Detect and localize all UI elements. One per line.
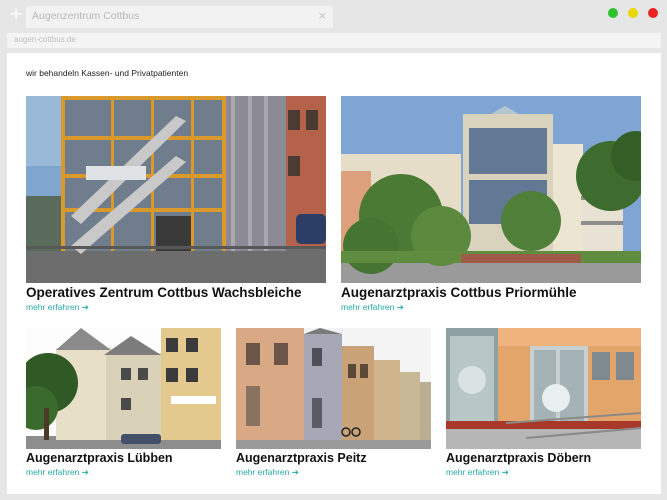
tab-title: Augenzentrum Cottbus xyxy=(32,10,140,22)
browser-tab-bar: + Augenzentrum Cottbus × xyxy=(0,0,667,30)
window-minimize-button[interactable] xyxy=(628,8,638,18)
window-maximize-button[interactable] xyxy=(608,8,618,18)
more-info-link[interactable]: mehr erfahren ➔ xyxy=(446,467,509,478)
more-info-link[interactable]: mehr erfahren ➔ xyxy=(26,302,89,313)
location-photo-peitz[interactable] xyxy=(236,328,431,449)
page-content: wir behandeln Kassen- und Privatpatiente… xyxy=(7,53,661,494)
location-photo-priormuehle[interactable] xyxy=(341,96,641,283)
location-title[interactable]: Operatives Zentrum Cottbus Wachsbleiche xyxy=(26,285,302,300)
location-title[interactable]: Augenarztpraxis Cottbus Priormühle xyxy=(341,285,577,300)
location-photo-luebben[interactable] xyxy=(26,328,221,449)
tab-close-icon[interactable]: × xyxy=(318,9,327,22)
address-bar-url: augen-cottbus.de xyxy=(14,35,76,44)
page-tagline: wir behandeln Kassen- und Privatpatiente… xyxy=(26,68,189,78)
browser-tab[interactable]: Augenzentrum Cottbus × xyxy=(26,6,333,28)
more-info-link[interactable]: mehr erfahren ➔ xyxy=(341,302,404,313)
location-photo-wachsbleiche[interactable] xyxy=(26,96,326,283)
new-tab-plus-icon[interactable]: + xyxy=(9,6,23,23)
more-info-link[interactable]: mehr erfahren ➔ xyxy=(236,467,299,478)
location-title[interactable]: Augenarztpraxis Lübben xyxy=(26,451,173,465)
location-title[interactable]: Augenarztpraxis Peitz xyxy=(236,451,367,465)
more-info-link[interactable]: mehr erfahren ➔ xyxy=(26,467,89,478)
window-close-button[interactable] xyxy=(648,8,658,18)
location-photo-doebern[interactable] xyxy=(446,328,641,449)
address-bar[interactable]: augen-cottbus.de xyxy=(7,33,661,48)
location-title[interactable]: Augenarztpraxis Döbern xyxy=(446,451,591,465)
